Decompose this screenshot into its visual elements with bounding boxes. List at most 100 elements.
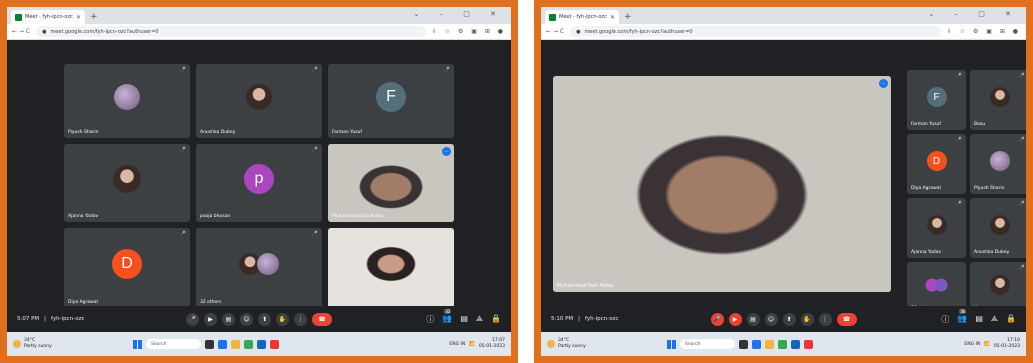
window-controls[interactable]: ⌄ – □ ✕ bbox=[413, 10, 505, 18]
leave-call-button[interactable]: ☎ bbox=[312, 312, 332, 326]
participant-video-tile[interactable] bbox=[328, 228, 454, 308]
camera-toggle-button[interactable]: ▶ bbox=[204, 312, 217, 326]
edge-icon[interactable] bbox=[752, 339, 761, 349]
avatar: F bbox=[376, 82, 406, 113]
participant-tile[interactable]: 🎤 Anushka Dubey bbox=[196, 64, 322, 138]
navigation-icons[interactable]: ← → C bbox=[546, 28, 564, 35]
close-tab-icon[interactable]: ✕ bbox=[610, 14, 615, 21]
activities-icon[interactable]: ⟁ bbox=[476, 314, 483, 325]
raise-hand-button[interactable]: ✋ bbox=[800, 312, 814, 326]
emoji-button[interactable]: ☺ bbox=[764, 312, 778, 326]
avatar bbox=[256, 253, 279, 275]
mic-muted-icon: 🎤 bbox=[1018, 265, 1025, 271]
host-controls-icon[interactable]: 🔒 bbox=[1006, 314, 1016, 325]
participant-tile[interactable]: p 🎤 pooja bhusan bbox=[196, 144, 322, 222]
new-tab-button[interactable]: + bbox=[624, 12, 632, 22]
browser-toolbar-icons[interactable]: ⇩ ☆ ⚙ ▣ ⊞ ● bbox=[432, 28, 506, 35]
info-icon[interactable]: ⓘ bbox=[941, 314, 949, 325]
edge-icon[interactable] bbox=[218, 339, 227, 349]
chrome-icon[interactable] bbox=[778, 339, 787, 349]
language-indicator[interactable]: ENG IN bbox=[964, 342, 980, 347]
participant-tile[interactable]: D 🎤 Diya Agrawal bbox=[64, 228, 190, 308]
taskbar-search[interactable]: Search bbox=[680, 339, 735, 349]
people-button[interactable]: 👥 32 bbox=[442, 308, 452, 325]
new-tab-button[interactable]: + bbox=[90, 12, 98, 22]
close-tab-icon[interactable]: ✕ bbox=[76, 14, 81, 21]
browser-toolbar-icons[interactable]: ⇩ ☆ ⚙ ▣ ⊞ ● bbox=[947, 28, 1021, 35]
mic-muted-icon: 🎤 bbox=[179, 231, 186, 237]
mic-toggle-button[interactable]: 🎤 bbox=[186, 312, 199, 326]
host-controls-icon[interactable]: 🔒 bbox=[491, 314, 501, 325]
navigation-icons[interactable]: ← → C bbox=[12, 28, 30, 35]
info-icon[interactable]: ⓘ bbox=[426, 314, 434, 325]
word-icon[interactable] bbox=[257, 339, 266, 349]
more-options-button[interactable]: ⋮ bbox=[818, 312, 832, 326]
activities-icon[interactable]: ⟁ bbox=[991, 314, 998, 325]
participant-tile[interactable]: 🎤 Anushka Dubey bbox=[970, 198, 1026, 258]
url-field[interactable]: ● meet.google.com/fyh-ipcn-ozc?authuser=… bbox=[570, 26, 941, 37]
more-options-button[interactable]: ⋮ bbox=[294, 312, 307, 326]
browser-tab[interactable]: Meet - fyh-ipcn-ozc ✕ bbox=[545, 10, 619, 24]
participant-tile[interactable]: 🎤 Ajanna Yadav bbox=[64, 144, 190, 222]
mic-muted-icon: 🎤 bbox=[179, 147, 186, 153]
taskbar-search[interactable]: Search bbox=[146, 339, 201, 349]
participant-tile[interactable]: F 🎤 Farman Yusuf bbox=[907, 70, 966, 130]
mic-toggle-button[interactable]: 🎤 bbox=[710, 312, 724, 326]
file-explorer-icon[interactable] bbox=[765, 339, 774, 349]
window-controls[interactable]: ⌄ – □ ✕ bbox=[928, 10, 1020, 18]
wifi-icon[interactable]: 📶 bbox=[984, 342, 990, 347]
browser-tab[interactable]: Meet - fyh-ipcn-ozc ✕ bbox=[11, 10, 85, 24]
participant-tile[interactable]: D 🎤 Diya Agrawal bbox=[907, 134, 966, 194]
people-count-badge: 32 bbox=[444, 308, 452, 314]
participant-tile[interactable]: 🎤 32 others bbox=[196, 228, 322, 308]
meet-favicon-icon bbox=[549, 13, 556, 21]
weather-widget[interactable]: 34°C Partly sunny bbox=[547, 338, 667, 350]
present-button[interactable]: ⬆ bbox=[258, 312, 271, 326]
participant-tile[interactable]: 🎤 Piyush Sharin bbox=[970, 134, 1026, 194]
tab-title: Meet - fyh-ipcn-ozc bbox=[25, 14, 73, 20]
emoji-button[interactable]: ☺ bbox=[240, 312, 253, 326]
present-button[interactable]: ⬆ bbox=[782, 312, 796, 326]
meeting-code: fyh-ipcn-ozc bbox=[51, 316, 85, 322]
speaking-indicator-icon: ⋯ bbox=[442, 147, 451, 156]
word-icon[interactable] bbox=[791, 339, 800, 349]
search-label: Search bbox=[151, 341, 167, 347]
participant-name: Ajanna Yadav bbox=[911, 250, 942, 255]
task-view-icon[interactable] bbox=[205, 339, 214, 349]
app-icon[interactable] bbox=[270, 339, 279, 349]
weather-desc: Partly sunny bbox=[558, 344, 586, 349]
app-icon[interactable] bbox=[804, 339, 813, 349]
participant-name: Diya Agrawal bbox=[68, 300, 98, 305]
mic-muted-icon: 🎤 bbox=[311, 231, 318, 237]
chat-icon[interactable]: ▤ bbox=[975, 314, 983, 325]
windows-start-icon[interactable] bbox=[133, 339, 142, 349]
participant-name: pooja bhusan bbox=[200, 214, 231, 219]
captions-button[interactable]: ▤ bbox=[222, 312, 235, 326]
language-indicator[interactable]: ENG IN bbox=[449, 342, 465, 347]
file-explorer-icon[interactable] bbox=[231, 339, 240, 349]
main-speaker-video[interactable]: ⋯ Muhammad Fazl Aldoo bbox=[553, 76, 891, 292]
url-field[interactable]: ● meet.google.com/fyh-ipcn-ozc?authuser=… bbox=[36, 26, 426, 37]
task-view-icon[interactable] bbox=[739, 339, 748, 349]
leave-call-button[interactable]: ☎ bbox=[836, 312, 857, 326]
participant-name: Ajanna Yadav bbox=[68, 214, 99, 219]
windows-start-icon[interactable] bbox=[667, 339, 676, 349]
clock-time: 17:07 bbox=[492, 338, 505, 343]
avatar bbox=[989, 275, 1010, 296]
raise-hand-button[interactable]: ✋ bbox=[276, 312, 289, 326]
participant-tile[interactable]: 🎤 Piyush Sharin bbox=[64, 64, 190, 138]
captions-button[interactable]: ▤ bbox=[746, 312, 760, 326]
participant-name: Diya Agrawal bbox=[911, 186, 941, 191]
participant-tile[interactable]: F 🎤 Farman Yusuf bbox=[328, 64, 454, 138]
avatar bbox=[246, 84, 272, 111]
weather-widget[interactable]: 34°C Partly sunny bbox=[13, 338, 133, 350]
participant-tile[interactable]: 🎤 Ajanna Yadav bbox=[907, 198, 966, 258]
people-button[interactable]: 👥 36 bbox=[957, 308, 967, 325]
wifi-icon[interactable]: 📶 bbox=[469, 342, 475, 347]
camera-toggle-button[interactable]: ▶ bbox=[728, 312, 742, 326]
chat-icon[interactable]: ▤ bbox=[460, 314, 468, 325]
participant-video-tile[interactable]: ⋯ Muhammad Fazl Aldoo bbox=[328, 144, 454, 222]
participant-tile[interactable]: 🎤 Basu bbox=[970, 70, 1026, 130]
avatar bbox=[114, 84, 140, 111]
chrome-icon[interactable] bbox=[244, 339, 253, 349]
